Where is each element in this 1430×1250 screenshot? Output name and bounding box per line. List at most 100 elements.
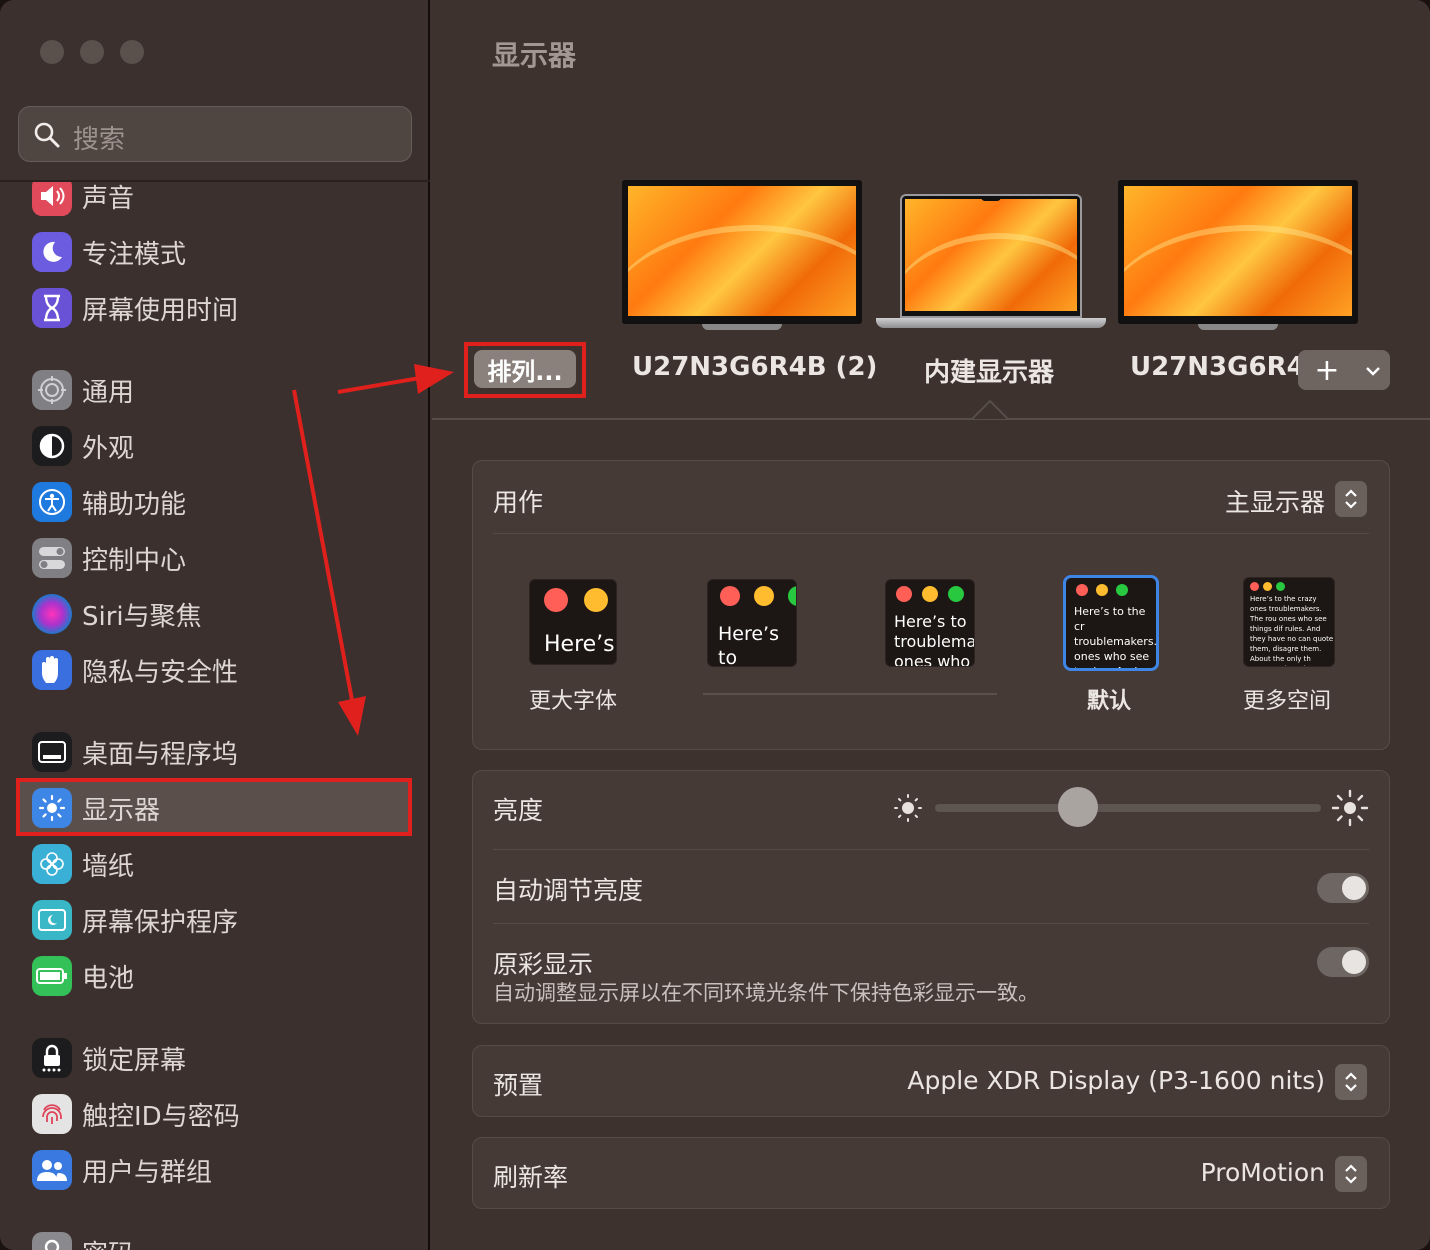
- refresh-rate-card: 刷新率 ProMotion: [472, 1137, 1390, 1209]
- flower-icon: [32, 844, 72, 884]
- sidebar: 搜索 声音 专注模式 屏幕使用时间 通用 外观 辅助功能 控制中心 Siri与聚…: [0, 0, 430, 1250]
- dock-icon: [32, 732, 72, 772]
- resolution-option-default[interactable]: Here’s to the cr troublemakers. ones who…: [1063, 575, 1159, 671]
- sidebar-item-label: 桌面与程序坞: [82, 740, 239, 770]
- preset-card: 预置 Apple XDR Display (P3-1600 nits): [472, 1045, 1390, 1117]
- sidebar-item-screensaver[interactable]: 屏幕保护程序: [30, 894, 410, 944]
- preset-value[interactable]: Apple XDR Display (P3-1600 nits): [907, 1066, 1325, 1095]
- displays-highlight-box: [16, 778, 412, 836]
- selected-display-pointer: [972, 400, 1008, 420]
- wallpaper-preview: [905, 199, 1077, 311]
- appearance-icon: [32, 426, 72, 466]
- add-display-control[interactable]: +: [1298, 350, 1390, 390]
- sidebar-item-label: 辅助功能: [82, 490, 187, 520]
- display-name-external-1[interactable]: U27N3G6R4B (2): [632, 352, 877, 382]
- battery-icon: [32, 956, 72, 996]
- sidebar-item-privacy[interactable]: 隐私与安全性: [30, 644, 410, 694]
- brightness-slider-knob[interactable]: [1057, 787, 1098, 827]
- sidebar-item-battery[interactable]: 电池: [30, 950, 410, 1000]
- brightness-card: 亮度 自动调节亮度 原彩显示 自动调整显示屏以在不同环境光条件下保持色彩显示一致…: [472, 770, 1390, 1024]
- up-down-chevron-icon[interactable]: [1335, 1156, 1367, 1192]
- main-pane: 显示器 排列... U27N3G6R4B (2) 内建显示器 U27N3G6R4…: [432, 0, 1430, 1250]
- sidebar-item-lock-screen[interactable]: 锁定屏幕: [30, 1032, 410, 1082]
- display-arrangement: 排列... U27N3G6R4B (2) 内建显示器 U27N3G6R4B +: [432, 150, 1430, 420]
- page-title: 显示器: [492, 39, 577, 72]
- minimize-window-button[interactable]: [80, 40, 104, 64]
- sidebar-item-label: 用户与群组: [82, 1158, 213, 1188]
- accessibility-icon: [32, 482, 72, 522]
- sidebar-item-touch-id[interactable]: 触控ID与密码: [30, 1088, 410, 1138]
- sidebar-item-label: 隐私与安全性: [82, 658, 239, 688]
- key-icon: [32, 1232, 72, 1250]
- brightness-label: 亮度: [493, 796, 544, 825]
- sidebar-item-appearance[interactable]: 外观: [30, 420, 410, 470]
- sidebar-item-label: 控制中心: [82, 546, 187, 576]
- display-name-external-2[interactable]: U27N3G6R4B: [1130, 352, 1300, 382]
- true-tone-description: 自动调整显示屏以在不同环境光条件下保持色彩显示一致。: [493, 981, 1039, 1005]
- sidebar-item-control-center[interactable]: 控制中心: [30, 532, 410, 582]
- sidebar-item-accessibility[interactable]: 辅助功能: [30, 476, 410, 526]
- resolution-label: 默认: [1087, 689, 1132, 714]
- sample-text: Here’s to the crazy ones troublemakers. …: [1250, 595, 1334, 666]
- sidebar-item-screen-time[interactable]: 屏幕使用时间: [30, 282, 410, 332]
- fingerprint-icon: [32, 1094, 72, 1134]
- auto-brightness-toggle[interactable]: [1317, 873, 1369, 903]
- up-down-chevron-icon[interactable]: [1335, 481, 1367, 517]
- use-as-label: 用作: [493, 488, 544, 517]
- sidebar-item-desktop-dock[interactable]: 桌面与程序坞: [30, 726, 410, 776]
- resolution-option-more-space[interactable]: Here’s to the crazy ones troublemakers. …: [1243, 577, 1335, 667]
- hourglass-icon: [32, 288, 72, 328]
- add-display-button[interactable]: +: [1298, 353, 1356, 388]
- sidebar-item-label: 电池: [82, 964, 135, 994]
- resolution-label: 更大字体: [529, 689, 618, 714]
- search-placeholder: 搜索: [73, 125, 126, 155]
- close-window-button[interactable]: [40, 40, 64, 64]
- sidebar-item-wallpaper[interactable]: 墙纸: [30, 838, 410, 888]
- preset-label: 预置: [493, 1071, 544, 1100]
- display-thumbnail-builtin[interactable]: [876, 194, 1106, 330]
- resolution-option-3[interactable]: Here’s to troublema ones who: [885, 579, 975, 667]
- arrange-button[interactable]: 排列...: [474, 350, 576, 388]
- brightness-slider[interactable]: [935, 804, 1321, 812]
- chevron-down-icon[interactable]: [1356, 361, 1390, 380]
- refresh-rate-value[interactable]: ProMotion: [1201, 1158, 1325, 1187]
- resolution-label: 更多空间: [1243, 689, 1332, 714]
- card-divider: [493, 849, 1369, 850]
- up-down-chevron-icon[interactable]: [1335, 1064, 1367, 1100]
- resolution-option-2[interactable]: Here’s to troublem: [707, 579, 797, 667]
- sidebar-item-siri[interactable]: Siri与聚焦: [30, 588, 410, 638]
- search-field[interactable]: 搜索: [18, 106, 412, 162]
- sidebar-item-label: 密码: [82, 1234, 134, 1250]
- sidebar-item-label: 通用: [82, 378, 135, 408]
- sidebar-item-label: 触控ID与密码: [82, 1102, 240, 1132]
- true-tone-toggle[interactable]: [1317, 947, 1369, 977]
- display-name-builtin[interactable]: 内建显示器: [924, 352, 1054, 389]
- wallpaper-preview: [628, 186, 856, 316]
- resolution-option-larger-text[interactable]: Here’s: [529, 579, 617, 665]
- sidebar-item-general[interactable]: 通用: [30, 364, 410, 414]
- card-divider: [493, 923, 1369, 924]
- sidebar-item-sound[interactable]: 声音: [30, 182, 410, 220]
- use-as-card: 用作 主显示器 Here’s 更大字体 Here’s to troublem: [472, 460, 1390, 750]
- hand-icon: [32, 650, 72, 690]
- siri-icon: [32, 594, 72, 634]
- use-as-value[interactable]: 主显示器: [1225, 483, 1325, 519]
- lock-icon: [32, 1038, 72, 1078]
- screensaver-icon: [32, 900, 72, 940]
- zoom-window-button[interactable]: [120, 40, 144, 64]
- sidebar-item-users[interactable]: 用户与群组: [30, 1144, 410, 1194]
- sidebar-item-label: 屏幕保护程序: [82, 908, 239, 938]
- sidebar-item-passwords[interactable]: 密码: [30, 1226, 410, 1250]
- speaker-icon: [32, 182, 72, 216]
- display-thumbnail-external-2[interactable]: [1118, 180, 1358, 330]
- search-icon: [34, 122, 60, 148]
- sidebar-item-label: 外观: [82, 434, 135, 464]
- gear-icon: [32, 370, 72, 410]
- sidebar-item-focus[interactable]: 专注模式: [30, 226, 410, 276]
- display-thumbnail-external-1[interactable]: [622, 180, 862, 330]
- switches-icon: [32, 538, 72, 578]
- sidebar-item-label: Siri与聚焦: [82, 602, 202, 632]
- sidebar-item-label: 声音: [82, 184, 135, 214]
- sidebar-list: 声音 专注模式 屏幕使用时间 通用 外观 辅助功能 控制中心 Siri与聚焦 隐…: [0, 182, 430, 1250]
- card-divider: [493, 533, 1369, 534]
